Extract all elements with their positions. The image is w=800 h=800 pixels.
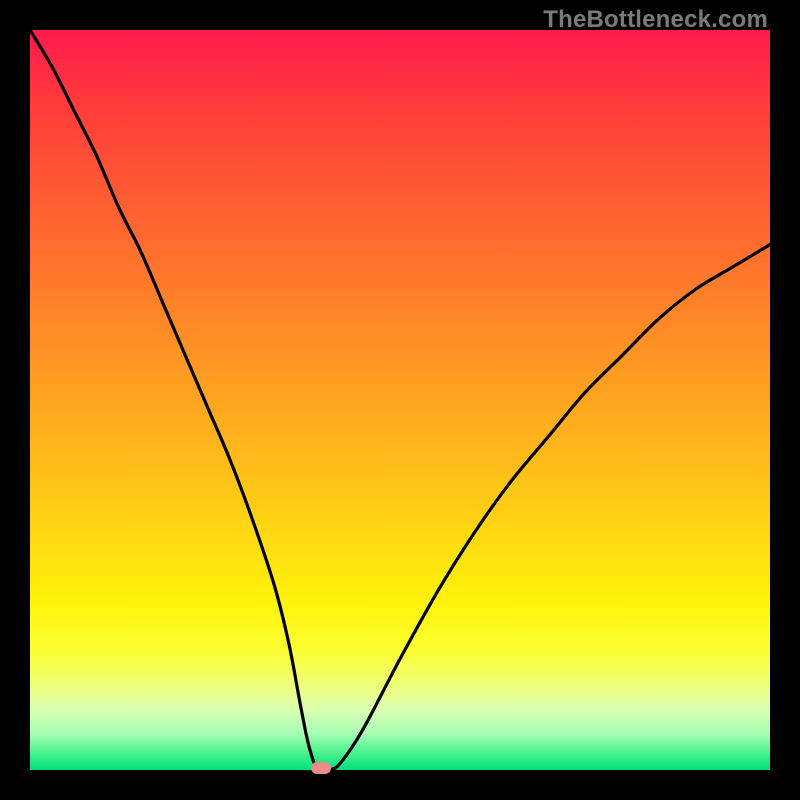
chart-frame: TheBottleneck.com (0, 0, 800, 800)
optimal-marker (311, 762, 331, 774)
plot-area (30, 30, 770, 770)
watermark-text: TheBottleneck.com (543, 6, 768, 34)
bottleneck-curve (30, 30, 770, 770)
